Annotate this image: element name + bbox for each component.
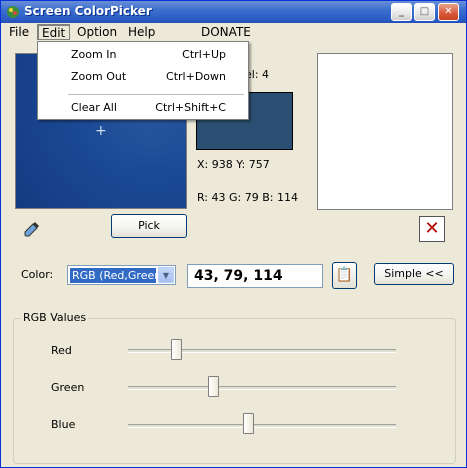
- menu-help[interactable]: Help: [124, 24, 159, 40]
- zoom-in-label: Zoom In: [71, 48, 117, 61]
- clear-button[interactable]: ✕: [419, 216, 445, 242]
- color-history-panel[interactable]: [317, 53, 453, 210]
- minimize-icon: _: [399, 6, 404, 17]
- color-value-field[interactable]: 43, 79, 114: [187, 264, 323, 288]
- window-title: Screen ColorPicker: [24, 4, 152, 18]
- eyedropper-icon[interactable]: [23, 220, 41, 238]
- close-button[interactable]: ✕: [438, 3, 459, 21]
- menu-file[interactable]: File: [5, 24, 33, 40]
- red-slider-track[interactable]: [128, 349, 396, 353]
- rgb-group-title: RGB Values: [21, 311, 89, 324]
- menu-item-zoom-in[interactable]: Zoom In Ctrl+Up: [38, 44, 248, 64]
- green-slider-track[interactable]: [128, 386, 396, 390]
- maximize-button[interactable]: □: [414, 3, 435, 21]
- blue-slider-thumb[interactable]: [242, 413, 254, 434]
- cursor-position-readout: X: 938 Y: 757: [197, 158, 270, 171]
- zoom-in-shortcut: Ctrl+Up: [182, 48, 226, 61]
- color-value-text: 43, 79, 114: [194, 268, 283, 284]
- app-window: Screen ColorPicker _ □ ✕ File Edit Optio…: [0, 0, 467, 468]
- red-x-icon: ✕: [424, 218, 440, 239]
- zoom-out-shortcut: Ctrl+Down: [166, 70, 226, 83]
- menu-donate[interactable]: DONATE: [197, 24, 255, 40]
- menu-option[interactable]: Option: [73, 24, 121, 40]
- color-format-label: Color:: [21, 268, 54, 281]
- simple-mode-button[interactable]: Simple <<: [374, 263, 454, 285]
- menu-bar: File Edit Option Help DONATE: [1, 23, 466, 41]
- red-slider-thumb[interactable]: [171, 339, 183, 360]
- chevron-down-icon[interactable]: ▼: [158, 267, 174, 283]
- simple-button-label: Simple <<: [384, 267, 444, 280]
- color-picker-app-icon: [7, 6, 19, 18]
- zoom-out-label: Zoom Out: [71, 70, 127, 83]
- edit-menu-dropdown: Zoom In Ctrl+Up Zoom Out Ctrl+Down Clear…: [37, 41, 249, 120]
- menu-separator: [68, 94, 244, 95]
- rgb-readout: R: 43 G: 79 B: 114: [197, 191, 298, 204]
- clear-all-shortcut: Ctrl+Shift+C: [155, 101, 226, 114]
- green-slider-label: Green: [51, 381, 85, 394]
- clear-all-label: Clear All: [71, 101, 117, 114]
- menu-edit[interactable]: Edit: [37, 24, 71, 40]
- blue-slider-track[interactable]: [128, 424, 396, 428]
- color-format-value: RGB (Red,Green,: [70, 268, 156, 283]
- color-format-select[interactable]: RGB (Red,Green, ▼: [67, 265, 176, 285]
- crosshair-icon: +: [95, 123, 107, 139]
- green-slider-thumb[interactable]: [207, 376, 219, 397]
- copy-button[interactable]: 📋: [332, 262, 357, 289]
- copy-icon: 📋: [335, 267, 354, 283]
- menu-item-clear-all[interactable]: Clear All Ctrl+Shift+C: [38, 97, 248, 117]
- menu-item-zoom-out[interactable]: Zoom Out Ctrl+Down: [38, 66, 248, 86]
- maximize-icon: □: [419, 6, 430, 17]
- blue-slider-label: Blue: [51, 418, 76, 431]
- close-icon: ✕: [444, 6, 453, 17]
- pick-button[interactable]: Pick: [111, 214, 187, 238]
- red-slider-label: Red: [51, 344, 72, 357]
- title-bar[interactable]: Screen ColorPicker _ □ ✕: [1, 1, 466, 23]
- minimize-button[interactable]: _: [391, 3, 412, 21]
- pick-button-label: Pick: [138, 219, 160, 232]
